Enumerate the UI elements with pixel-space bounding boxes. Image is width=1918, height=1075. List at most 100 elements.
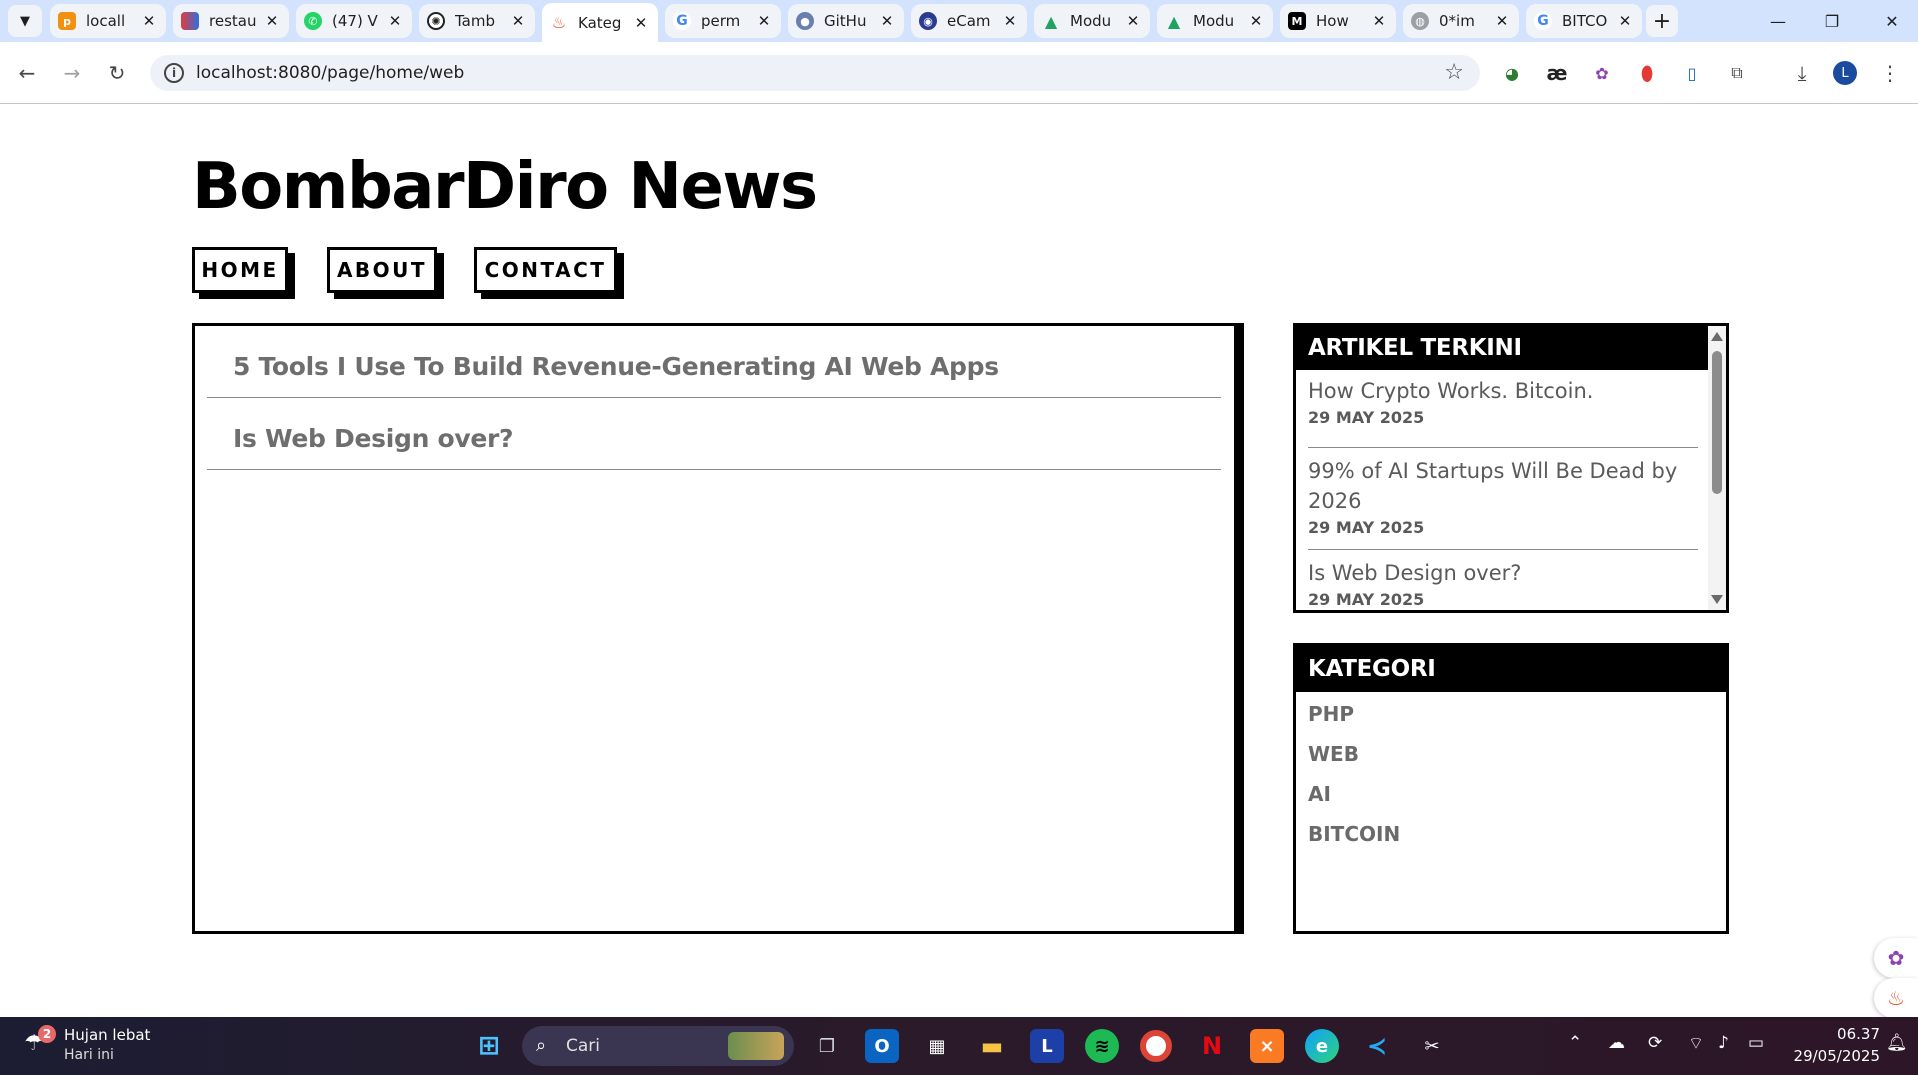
browser-toolbar: ← → ↻ i localhost:8080/page/home/web ☆ ◕… <box>0 42 1918 104</box>
tab-item[interactable]: G BITCO ✕ <box>1526 4 1642 38</box>
close-icon[interactable]: ✕ <box>1616 12 1634 30</box>
reload-button[interactable]: ↻ <box>100 56 134 90</box>
close-window-button[interactable]: ✕ <box>1866 0 1918 42</box>
nav-about-button[interactable]: ABOUT <box>327 247 437 293</box>
task-view-icon[interactable]: ❐ <box>810 1029 844 1063</box>
recent-article-item[interactable]: 99% of AI Startups Will Be Dead by 2026 … <box>1308 448 1698 550</box>
recent-article-title[interactable]: Is Web Design over? <box>1308 558 1698 588</box>
tab-item[interactable]: p locall ✕ <box>50 4 166 38</box>
recent-article-title[interactable]: 99% of AI Startups Will Be Dead by 2026 <box>1308 456 1698 516</box>
chrome-icon[interactable] <box>1140 1030 1172 1062</box>
post-item[interactable]: 5 Tools I Use To Build Revenue-Generatin… <box>207 326 1221 398</box>
volume-icon[interactable]: ♪ <box>1718 1033 1729 1053</box>
l-app-icon[interactable]: L <box>1030 1029 1064 1063</box>
edge-icon[interactable]: e <box>1305 1029 1339 1063</box>
recent-articles-scrollbar[interactable] <box>1708 326 1726 610</box>
category-link-bitcoin[interactable]: BITCOIN <box>1308 822 1400 846</box>
close-icon[interactable]: ✕ <box>1370 12 1388 30</box>
extension-clipboard-icon[interactable]: ▯ <box>1678 59 1706 87</box>
notification-bell-icon[interactable]: 🔔︎ <box>1886 1033 1908 1053</box>
tab-item[interactable]: ✺ Tamb ✕ <box>419 4 535 38</box>
vscode-icon[interactable]: ≺ <box>1360 1029 1394 1063</box>
taskbar-date[interactable]: 29/05/2025 <box>1788 1047 1880 1065</box>
battery-icon[interactable]: ▭ <box>1748 1033 1764 1053</box>
tab-item[interactable]: M How ✕ <box>1280 4 1396 38</box>
recent-articles-heading: ARTIKEL TERKINI <box>1296 326 1708 370</box>
close-icon[interactable]: ✕ <box>140 12 158 30</box>
close-icon[interactable]: ✕ <box>1001 12 1019 30</box>
address-bar[interactable]: i localhost:8080/page/home/web ☆ <box>150 55 1480 91</box>
bookmark-star-icon[interactable]: ☆ <box>1444 60 1464 85</box>
extension-brain-icon[interactable]: ✿ <box>1588 59 1616 87</box>
extensions-puzzle-icon[interactable]: ⧉ <box>1723 59 1751 87</box>
close-icon[interactable]: ✕ <box>1493 12 1511 30</box>
tab-item[interactable]: ◉ eCam ✕ <box>911 4 1027 38</box>
close-icon[interactable]: ✕ <box>632 14 650 32</box>
onedrive-cloud-icon[interactable]: ☁ <box>1608 1033 1625 1053</box>
profile-avatar[interactable]: L <box>1833 61 1857 85</box>
tab-item[interactable]: ✆ (47) V ✕ <box>296 4 412 38</box>
category-link-php[interactable]: PHP <box>1308 702 1354 726</box>
site-info-icon[interactable]: i <box>164 63 184 83</box>
recent-article-item[interactable]: Is Web Design over? 29 MAY 2025 <box>1308 558 1698 610</box>
wifi-icon[interactable]: ⌔ <box>1688 1033 1704 1054</box>
floating-flame-icon[interactable]: ♨ <box>1874 978 1918 1018</box>
minimize-icon: — <box>1770 11 1786 31</box>
category-link-web[interactable]: WEB <box>1308 742 1359 766</box>
close-icon[interactable]: ✕ <box>509 12 527 30</box>
taskbar-time[interactable]: 06.37 <box>1830 1025 1880 1043</box>
sync-icon[interactable]: ⟳ <box>1648 1033 1662 1053</box>
floating-brain-icon[interactable]: ✿ <box>1874 938 1918 978</box>
microsoft-store-icon[interactable]: ▦ <box>920 1029 954 1063</box>
forward-button[interactable]: → <box>55 56 89 90</box>
netflix-icon[interactable]: N <box>1195 1029 1229 1063</box>
close-icon[interactable]: ✕ <box>386 12 404 30</box>
tab-item[interactable]: ▲ Modu ✕ <box>1157 4 1273 38</box>
tab-search-button[interactable]: ▼ <box>8 5 42 37</box>
extension-ae-icon[interactable]: æ <box>1543 59 1571 87</box>
outlook-icon[interactable]: O <box>865 1029 899 1063</box>
back-button[interactable]: ← <box>10 56 44 90</box>
tab-item[interactable]: G perm ✕ <box>665 4 781 38</box>
post-title-link[interactable]: 5 Tools I Use To Build Revenue-Generatin… <box>233 352 999 381</box>
tab-item[interactable]: ▲ Modu ✕ <box>1034 4 1150 38</box>
close-icon[interactable]: ✕ <box>263 12 281 30</box>
extension-globe-icon[interactable]: ◕ <box>1498 59 1526 87</box>
scrollbar-thumb[interactable] <box>1712 351 1722 494</box>
menu-kebab-icon[interactable]: ⋮ <box>1876 59 1904 87</box>
nav-contact-button[interactable]: CONTACT <box>474 247 617 293</box>
category-link-ai[interactable]: AI <box>1308 782 1331 806</box>
close-icon[interactable]: ✕ <box>1247 12 1265 30</box>
close-icon[interactable]: ✕ <box>878 12 896 30</box>
recent-article-item[interactable]: How Crypto Works. Bitcoin. 29 MAY 2025 <box>1308 376 1698 448</box>
restore-button[interactable]: ❐ <box>1806 0 1858 42</box>
weather-title[interactable]: Hujan lebat <box>64 1026 150 1044</box>
search-highlight-image <box>728 1032 784 1060</box>
close-icon[interactable]: ✕ <box>1124 12 1142 30</box>
chevron-down-icon: ▼ <box>20 13 30 29</box>
post-item[interactable]: Is Web Design over? <box>207 398 1221 470</box>
nav-contact-label: CONTACT <box>484 258 607 282</box>
tab-item-active[interactable]: ♨ Kateg ✕ <box>542 3 658 42</box>
tab-item[interactable]: ● GitHu ✕ <box>788 4 904 38</box>
snipping-tool-icon[interactable]: ✂ <box>1415 1029 1449 1063</box>
taskbar-search[interactable]: ⌕ Cari <box>522 1026 794 1066</box>
nav-home-button[interactable]: HOME <box>192 247 288 293</box>
download-icon[interactable]: ⤓ <box>1788 59 1816 87</box>
file-explorer-icon[interactable]: ▬ <box>975 1029 1009 1063</box>
scroll-up-icon[interactable] <box>1711 332 1723 341</box>
post-title-link[interactable]: Is Web Design over? <box>233 424 514 453</box>
minimize-button[interactable]: — <box>1752 0 1804 42</box>
windows-start-icon[interactable]: ⊞ <box>472 1029 506 1063</box>
spotify-icon[interactable]: ≋ <box>1085 1029 1119 1063</box>
new-tab-button[interactable]: + <box>1646 5 1678 37</box>
scroll-down-icon[interactable] <box>1711 595 1723 604</box>
extension-opera-icon[interactable]: ⬮ <box>1633 59 1661 87</box>
close-icon[interactable]: ✕ <box>755 12 773 30</box>
recent-article-title[interactable]: How Crypto Works. Bitcoin. <box>1308 376 1698 406</box>
tab-item[interactable]: ◍ 0*im ✕ <box>1403 4 1519 38</box>
tab-item[interactable]: restau ✕ <box>173 4 289 38</box>
xampp-icon[interactable]: ⨯ <box>1250 1029 1284 1063</box>
chevron-up-icon[interactable]: ⌃ <box>1568 1033 1582 1053</box>
tab-strip: ▼ p locall ✕ restau ✕ ✆ (47) V ✕ ✺ Tamb … <box>0 0 1918 42</box>
